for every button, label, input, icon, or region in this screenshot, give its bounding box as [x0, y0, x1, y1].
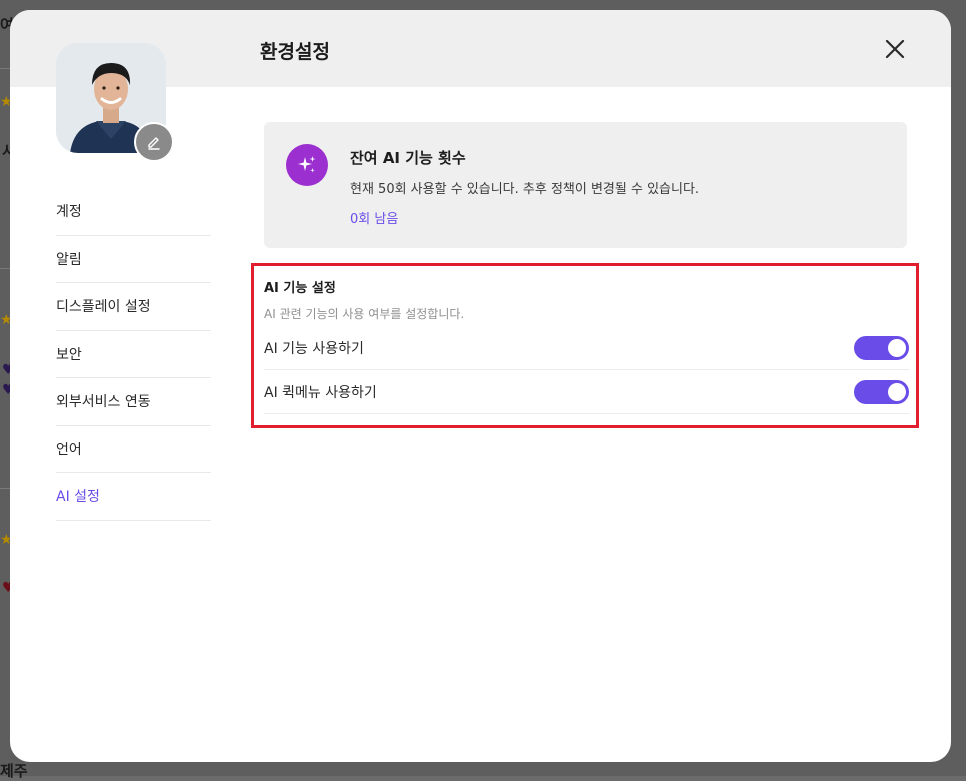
ai-settings-subtitle: AI 관련 기능의 사용 여부를 설정합니다. — [264, 305, 464, 322]
modal-title: 환경설정 — [260, 37, 330, 64]
close-icon — [885, 39, 905, 59]
settings-sidebar: 계정 알림 디스플레이 설정 보안 외부서비스 연동 언어 AI 설정 — [56, 188, 211, 521]
profile-avatar-area — [56, 43, 166, 153]
sidebar-item-security[interactable]: 보안 — [56, 331, 211, 379]
ai-settings-section: AI 기능 설정 AI 관련 기능의 사용 여부를 설정합니다. AI 기능 사… — [251, 263, 919, 428]
toggle-knob — [888, 383, 906, 401]
sidebar-item-integrations[interactable]: 외부서비스 연동 — [56, 378, 211, 426]
close-button[interactable] — [878, 32, 912, 66]
ai-usage-remaining: 0회 남음 — [350, 208, 398, 227]
edit-avatar-button[interactable] — [134, 122, 174, 162]
sidebar-item-display[interactable]: 디스플레이 설정 — [56, 283, 211, 331]
settings-modal: 환경설정 계정 알림 — [10, 10, 951, 762]
setting-label: AI 기능 사용하기 — [264, 338, 364, 358]
setting-row-ai-quickmenu: AI 퀵메뉴 사용하기 — [264, 370, 909, 414]
ai-usage-description: 현재 50회 사용할 수 있습니다. 추후 정책이 변경될 수 있습니다. — [350, 178, 699, 197]
sidebar-item-ai-settings[interactable]: AI 설정 — [56, 473, 211, 521]
sparkle-icon — [286, 144, 328, 186]
pencil-icon — [146, 134, 162, 150]
ai-usage-title: 잔여 AI 기능 횟수 — [350, 147, 466, 168]
ai-features-toggle[interactable] — [854, 336, 909, 360]
sidebar-item-account[interactable]: 계정 — [56, 188, 211, 236]
setting-row-ai-features: AI 기능 사용하기 — [264, 326, 909, 370]
setting-label: AI 퀵메뉴 사용하기 — [264, 382, 377, 402]
background-text: 제주 — [0, 760, 28, 781]
ai-usage-card: 잔여 AI 기능 횟수 현재 50회 사용할 수 있습니다. 추후 정책이 변경… — [264, 122, 907, 248]
sidebar-item-notifications[interactable]: 알림 — [56, 236, 211, 284]
sidebar-item-language[interactable]: 언어 — [56, 426, 211, 474]
toggle-knob — [888, 339, 906, 357]
ai-settings-title: AI 기능 설정 — [264, 277, 336, 296]
ai-quickmenu-toggle[interactable] — [854, 380, 909, 404]
